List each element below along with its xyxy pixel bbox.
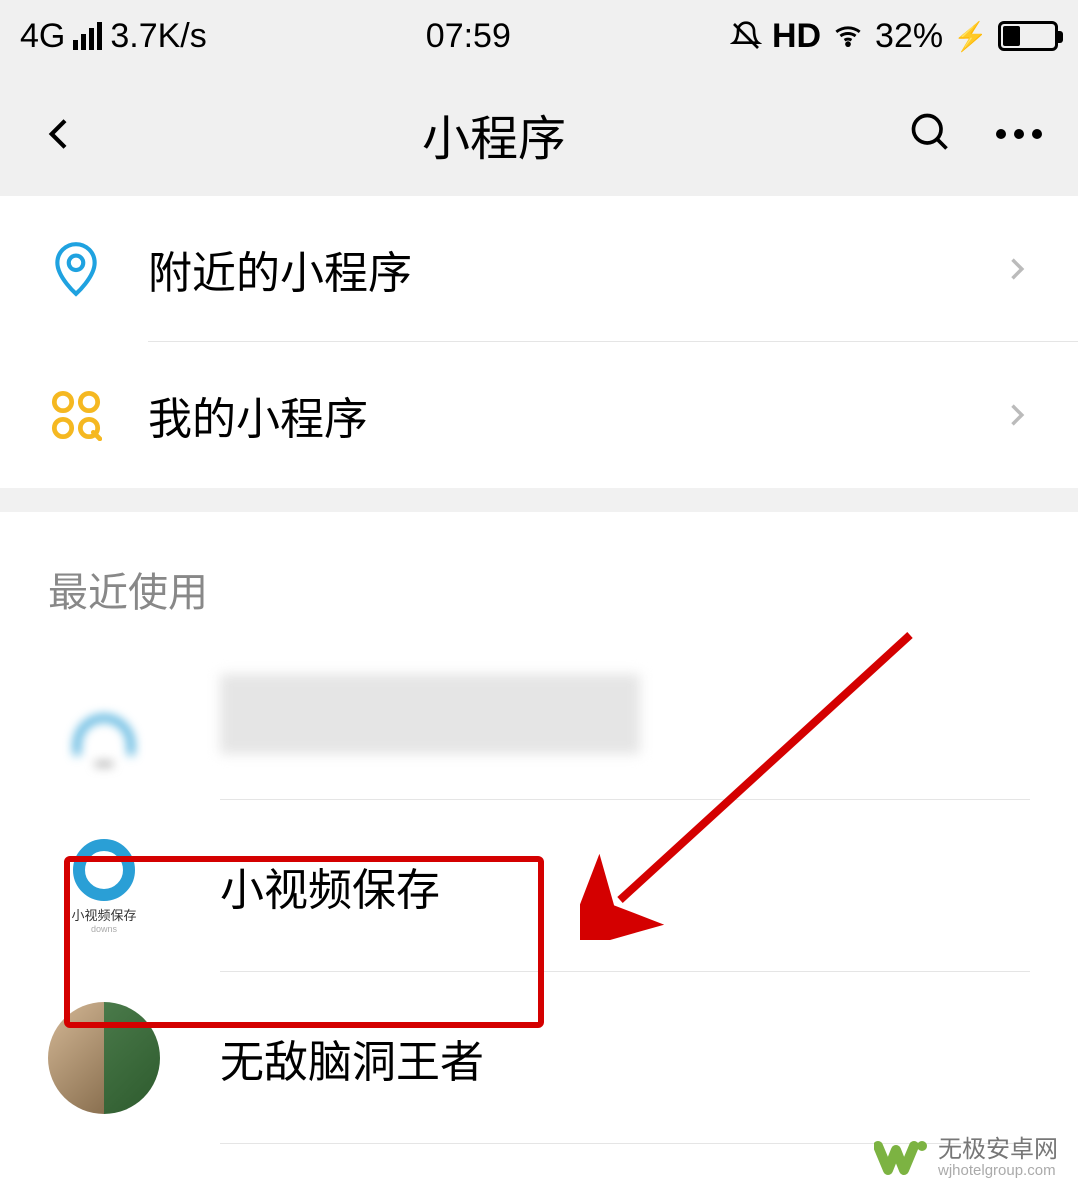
section-divider: [0, 488, 1078, 512]
recent-title: 最近使用: [48, 560, 1030, 618]
network-type-label: 4G: [20, 17, 65, 56]
menu-item-nearby[interactable]: 附近的小程序: [0, 196, 1078, 342]
chevron-right-icon: [1002, 249, 1030, 289]
recent-app-row[interactable]: ■■■: [48, 628, 1030, 800]
watermark-logo-icon: [874, 1136, 930, 1180]
app-label: 无敌脑洞王者: [220, 1026, 484, 1090]
signal-bars-icon: [73, 22, 102, 50]
battery-icon: [998, 21, 1058, 51]
clock-label: 07:59: [426, 17, 511, 56]
menu-label: 我的小程序: [148, 383, 1002, 447]
data-rate-label: 3.7K/s: [110, 17, 206, 56]
menu-list: 附近的小程序 我的小程序: [0, 196, 1078, 488]
status-bar: 4G 3.7K/s 07:59 HD 32% ⚡: [0, 0, 1078, 72]
page-title: 小程序: [80, 99, 908, 169]
watermark-url: wjhotelgroup.com: [938, 1163, 1058, 1180]
app-label-blurred: [220, 674, 640, 754]
bell-mute-icon: [730, 20, 762, 52]
menu-label: 附近的小程序: [148, 237, 1002, 301]
app-header: 小程序: [0, 72, 1078, 196]
wifi-icon: [831, 22, 865, 50]
status-left: 4G 3.7K/s: [20, 17, 207, 56]
recent-app-row[interactable]: 无敌脑洞王者: [48, 972, 1030, 1144]
watermark-title: 无极安卓网: [938, 1137, 1058, 1163]
charging-icon: ⚡: [953, 20, 988, 53]
hd-label: HD: [772, 17, 821, 56]
video-save-app-icon: 小视频保存 downs: [48, 830, 160, 942]
location-pin-icon: [48, 241, 104, 297]
more-button[interactable]: [996, 129, 1042, 139]
recent-app-row-video-save[interactable]: 小视频保存 downs 小视频保存: [48, 800, 1030, 972]
status-right: HD 32% ⚡: [730, 17, 1058, 56]
more-icon: [996, 129, 1042, 139]
battery-pct-label: 32%: [875, 17, 943, 56]
miniapps-grid-icon: [48, 387, 104, 443]
app-icon-blurred: ■■■: [48, 658, 160, 770]
app-label: 小视频保存: [220, 854, 440, 918]
chevron-right-icon: [1002, 395, 1030, 435]
watermark: 无极安卓网 wjhotelgroup.com: [874, 1136, 1058, 1180]
recent-section: 最近使用 ■■■ 小视频保存 downs 小视频保存 无敌脑洞王者: [0, 512, 1078, 1190]
brain-king-app-icon: [48, 1002, 160, 1114]
back-button[interactable]: [40, 114, 80, 154]
menu-item-mine[interactable]: 我的小程序: [0, 342, 1078, 488]
search-button[interactable]: [908, 110, 952, 159]
